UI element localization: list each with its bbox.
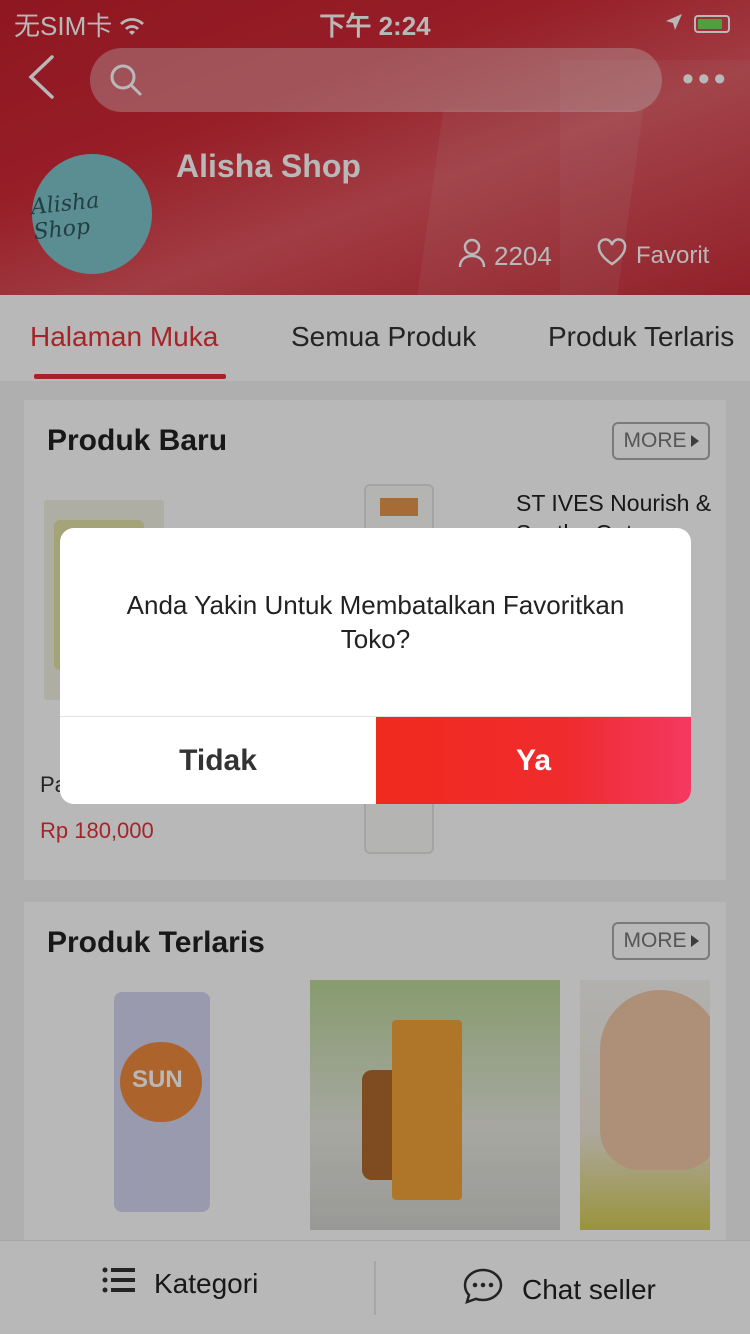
dialog-message: Anda Yakin Untuk Membatalkan Favoritkan …	[126, 590, 625, 654]
confirm-button[interactable]: Ya	[376, 717, 691, 804]
confirm-dialog: Anda Yakin Untuk Membatalkan Favoritkan …	[60, 528, 691, 804]
cancel-button[interactable]: Tidak	[60, 717, 376, 804]
